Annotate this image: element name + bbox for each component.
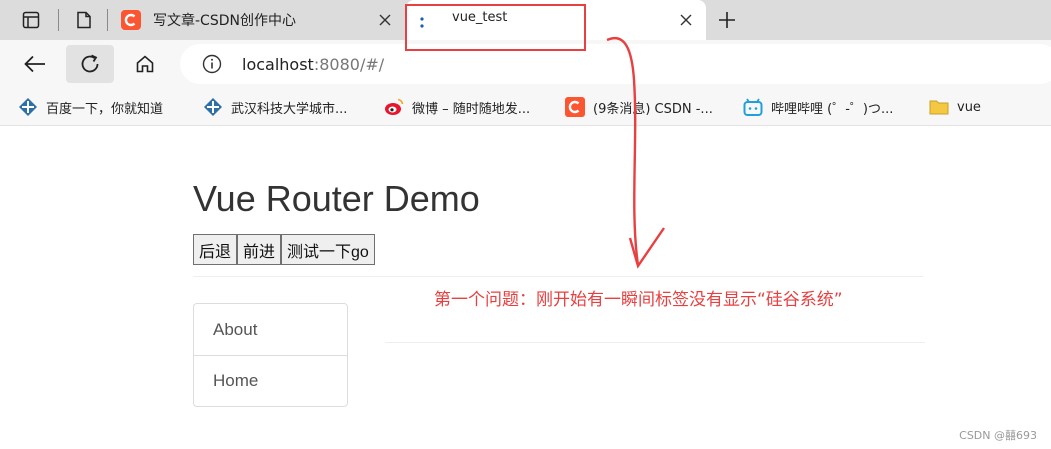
folder-icon [929,97,949,117]
weibo-icon [384,97,404,117]
url-path: :8080/#/ [313,55,385,74]
watermark: CSDN @囍693 [959,429,1037,442]
baidu-icon [18,97,38,117]
bookmark-label: vue [957,99,981,115]
reload-button[interactable] [66,45,114,83]
button-row: 后退 前进 测试一下go [193,234,375,265]
new-tab-button[interactable] [712,6,742,34]
back-button[interactable] [11,45,59,83]
bookmarks-bar: 百度一下，你就知道 武汉科技大学城市... 微博 – 随时随地发... (9条消… [0,88,1051,126]
info-icon[interactable] [202,54,222,74]
csdn-icon [121,10,141,30]
bookmark-item[interactable]: 武汉科技大学城市... [203,96,347,118]
annotation-highlight-box [405,4,586,51]
bookmark-item[interactable]: 微博 – 随时随地发... [384,96,530,118]
go-test-button[interactable]: 测试一下go [281,234,375,265]
csdn-icon [565,97,585,117]
bookmark-item[interactable]: 百度一下，你就知道 [18,96,163,118]
bookmark-label: 微博 – 随时随地发... [412,101,531,117]
collections-button[interactable] [69,6,99,34]
bookmark-label: 哔哩哔哩 (゜-゜)つ... [771,101,894,117]
arrow-left-icon [24,55,45,73]
home-button[interactable] [121,45,169,83]
tab-title: 写文章-CSDN创作中心 [153,13,296,29]
bookmark-label: 百度一下，你就知道 [46,101,164,117]
annotation-text: 第一个问题：刚开始有一瞬间标签没有显示“硅谷系统” [434,290,843,310]
page-title: Vue Router Demo [193,178,480,219]
close-icon [680,14,692,26]
tab-separator [58,9,59,31]
bookmark-item[interactable]: (9条消息) CSDN -... [565,96,713,118]
tab-separator [107,9,108,31]
home-icon [136,55,154,73]
back-page-button[interactable]: 后退 [193,234,238,265]
tab-close-button[interactable] [375,10,395,30]
tab-close-button[interactable] [676,10,696,30]
tab-csdn[interactable]: 写文章-CSDN创作中心 [111,0,405,40]
divider [193,276,923,277]
bookmark-item[interactable]: 哔哩哔哩 (゜-゜)つ... [743,96,893,118]
page-icon [77,11,91,29]
forward-page-button[interactable]: 前进 [237,234,282,265]
url-text[interactable]: localhost:8080/#/ [242,55,384,74]
nav-link-home[interactable]: Home [194,355,347,406]
tab-actions-button[interactable] [16,6,46,34]
bookmark-folder[interactable]: vue [929,96,981,118]
nav-link-about[interactable]: About [194,304,347,355]
router-view-panel [385,342,925,343]
url-host: localhost [242,55,314,74]
tab-actions-icon [22,11,40,29]
router-nav: About Home [193,303,348,407]
plus-icon [719,12,735,28]
reload-icon [81,54,99,73]
bookmark-label: (9条消息) CSDN -... [593,101,713,117]
bilibili-icon [743,97,763,117]
close-icon [379,14,391,26]
bookmark-label: 武汉科技大学城市... [231,101,348,117]
baidu-icon [203,97,223,117]
address-bar[interactable]: localhost:8080/#/ [180,44,1051,84]
